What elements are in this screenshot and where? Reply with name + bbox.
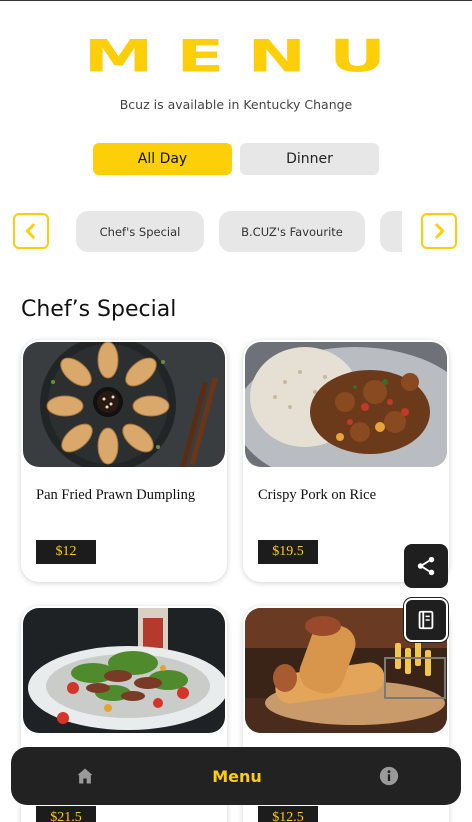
dish-price: $19.5 xyxy=(258,540,318,564)
tab-dinner[interactable]: Dinner xyxy=(240,143,379,175)
category-next-button[interactable] xyxy=(421,213,457,249)
menu-book-icon xyxy=(418,610,434,630)
category-carousel: Chef's Special B.CUZ's Favourite xyxy=(74,211,402,253)
nav-info-button[interactable] xyxy=(379,766,399,786)
share-button[interactable] xyxy=(404,544,448,588)
category-next[interactable] xyxy=(380,211,402,252)
nav-menu-label[interactable]: Menu xyxy=(212,767,262,786)
menu-logo: MENU xyxy=(0,27,472,87)
dish-price: $12.5 xyxy=(258,806,318,822)
dish-image xyxy=(245,342,447,467)
home-icon xyxy=(77,768,93,784)
menu-item-card[interactable]: Pan Fried Prawn Dumpling $12 xyxy=(21,340,227,582)
meal-period-tabs: All Day Dinner xyxy=(93,143,379,175)
info-icon xyxy=(379,766,399,786)
menu-book-button[interactable] xyxy=(404,598,448,642)
category-chefs-special[interactable]: Chef's Special xyxy=(76,211,204,252)
chevron-left-icon xyxy=(25,223,35,239)
share-icon xyxy=(417,556,435,576)
dish-name: Crispy Pork on Rice xyxy=(258,487,377,503)
dish-image xyxy=(23,342,225,467)
category-bcuz-favourite[interactable]: B.CUZ's Favourite xyxy=(219,211,365,252)
availability-subtitle: Bcuz is available in Kentucky Change xyxy=(119,97,353,112)
nav-home-button[interactable] xyxy=(75,766,95,786)
logo-text: MENU xyxy=(84,31,410,83)
dish-price: $21.5 xyxy=(36,806,96,822)
bottom-navigation: Menu xyxy=(11,747,461,805)
tab-all-day[interactable]: All Day xyxy=(93,143,232,175)
section-title: Chef’s Special xyxy=(21,297,177,322)
dish-image xyxy=(23,608,225,733)
dish-name: Pan Fried Prawn Dumpling xyxy=(36,487,196,503)
chevron-right-icon xyxy=(435,223,445,239)
category-prev-button[interactable] xyxy=(13,213,49,249)
dish-price: $12 xyxy=(36,540,96,564)
